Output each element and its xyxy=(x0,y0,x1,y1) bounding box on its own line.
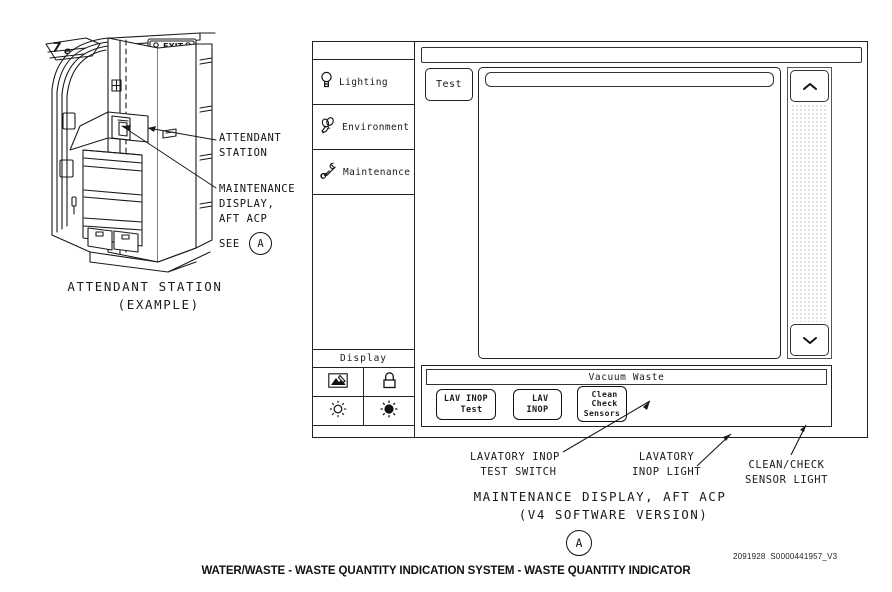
test-button[interactable]: Test xyxy=(425,68,473,101)
brightness-low-button[interactable] xyxy=(313,397,363,425)
screen-calibrate-icon xyxy=(328,372,348,392)
callout-lavatory-inop-light: LAVATORY INOP LIGHT xyxy=(632,451,702,478)
scroll-up-button[interactable] xyxy=(790,70,829,102)
main-content-area xyxy=(478,67,781,359)
scrollbar-track[interactable] xyxy=(791,104,828,322)
display-button-row-2 xyxy=(313,397,414,426)
vacuum-waste-title: Vacuum Waste xyxy=(426,369,827,385)
sidebar-item-label: Environment xyxy=(342,121,410,133)
sidebar: Lighting Environment Maintenance Display xyxy=(313,42,415,437)
chevron-up-icon xyxy=(802,82,817,90)
screen-calibrate-button[interactable] xyxy=(313,368,363,396)
brightness-high-button[interactable] xyxy=(363,397,414,425)
scroll-down-button[interactable] xyxy=(790,324,829,356)
brightness-low-icon xyxy=(329,400,347,422)
figure-reference-circle: A xyxy=(566,530,592,556)
lav-inop-test-button[interactable]: LAV INOP Test xyxy=(436,389,496,420)
callout-clean-check-sensor-light: CLEAN/CHECK SENSOR LIGHT xyxy=(745,459,829,486)
sidebar-item-environment[interactable]: Environment xyxy=(313,105,414,150)
light-bulb-icon xyxy=(320,71,333,93)
callout-lavatory-inop-test-switch: LAVATORY INOP TEST SWITCH xyxy=(470,451,560,478)
fan-icon xyxy=(320,116,336,138)
sidebar-top-strip xyxy=(313,42,414,60)
sidebar-item-lighting[interactable]: Lighting xyxy=(313,60,414,105)
display-section-title: Display xyxy=(313,349,414,368)
figure-bottom-title: WATER/WASTE - WASTE QUANTITY INDICATION … xyxy=(201,565,691,577)
chevron-down-icon xyxy=(802,336,817,344)
content-area: Test Vacuum Waste LAV INOP Test LAV INOP xyxy=(415,42,867,437)
maintenance-display-panel: Lighting Environment Maintenance Display… xyxy=(312,41,868,438)
brightness-high-icon xyxy=(380,400,398,422)
lock-icon xyxy=(382,371,397,393)
sidebar-item-label: Lighting xyxy=(339,76,388,88)
scrollbar[interactable] xyxy=(787,67,832,359)
figure-main-caption: MAINTENANCE DISPLAY, AFT ACP (V4 SOFTWAR… xyxy=(473,489,727,522)
see-label: SEE xyxy=(219,238,240,250)
vacuum-waste-group: Vacuum Waste LAV INOP Test LAV INOP Clea… xyxy=(421,365,832,427)
wrench-icon xyxy=(320,162,337,183)
illustration-caption: ATTENDANT STATION (EXAMPLE) xyxy=(67,279,223,312)
svg-text:e: e xyxy=(64,46,71,57)
sidebar-item-maintenance[interactable]: Maintenance xyxy=(313,150,414,195)
see-reference-circle: A xyxy=(249,232,272,255)
clean-check-sensors-button[interactable]: Clean Check Sensors xyxy=(577,386,627,422)
callout-attendant-station: ATTENDANT STATION xyxy=(219,132,282,159)
lav-inop-indicator-button[interactable]: LAV INOP xyxy=(513,389,562,420)
display-button-row-1 xyxy=(313,368,414,397)
document-number: 2091928 S0000441957_V3 xyxy=(733,552,838,561)
main-content-header-bar xyxy=(485,72,774,87)
callout-maintenance-display: MAINTENANCE DISPLAY, AFT ACP xyxy=(219,183,296,225)
content-title-bar xyxy=(421,47,862,63)
sidebar-item-label: Maintenance xyxy=(343,166,411,178)
lock-button[interactable] xyxy=(363,368,414,396)
sidebar-bottom-strip xyxy=(313,426,414,437)
svg-text:7: 7 xyxy=(52,41,62,56)
